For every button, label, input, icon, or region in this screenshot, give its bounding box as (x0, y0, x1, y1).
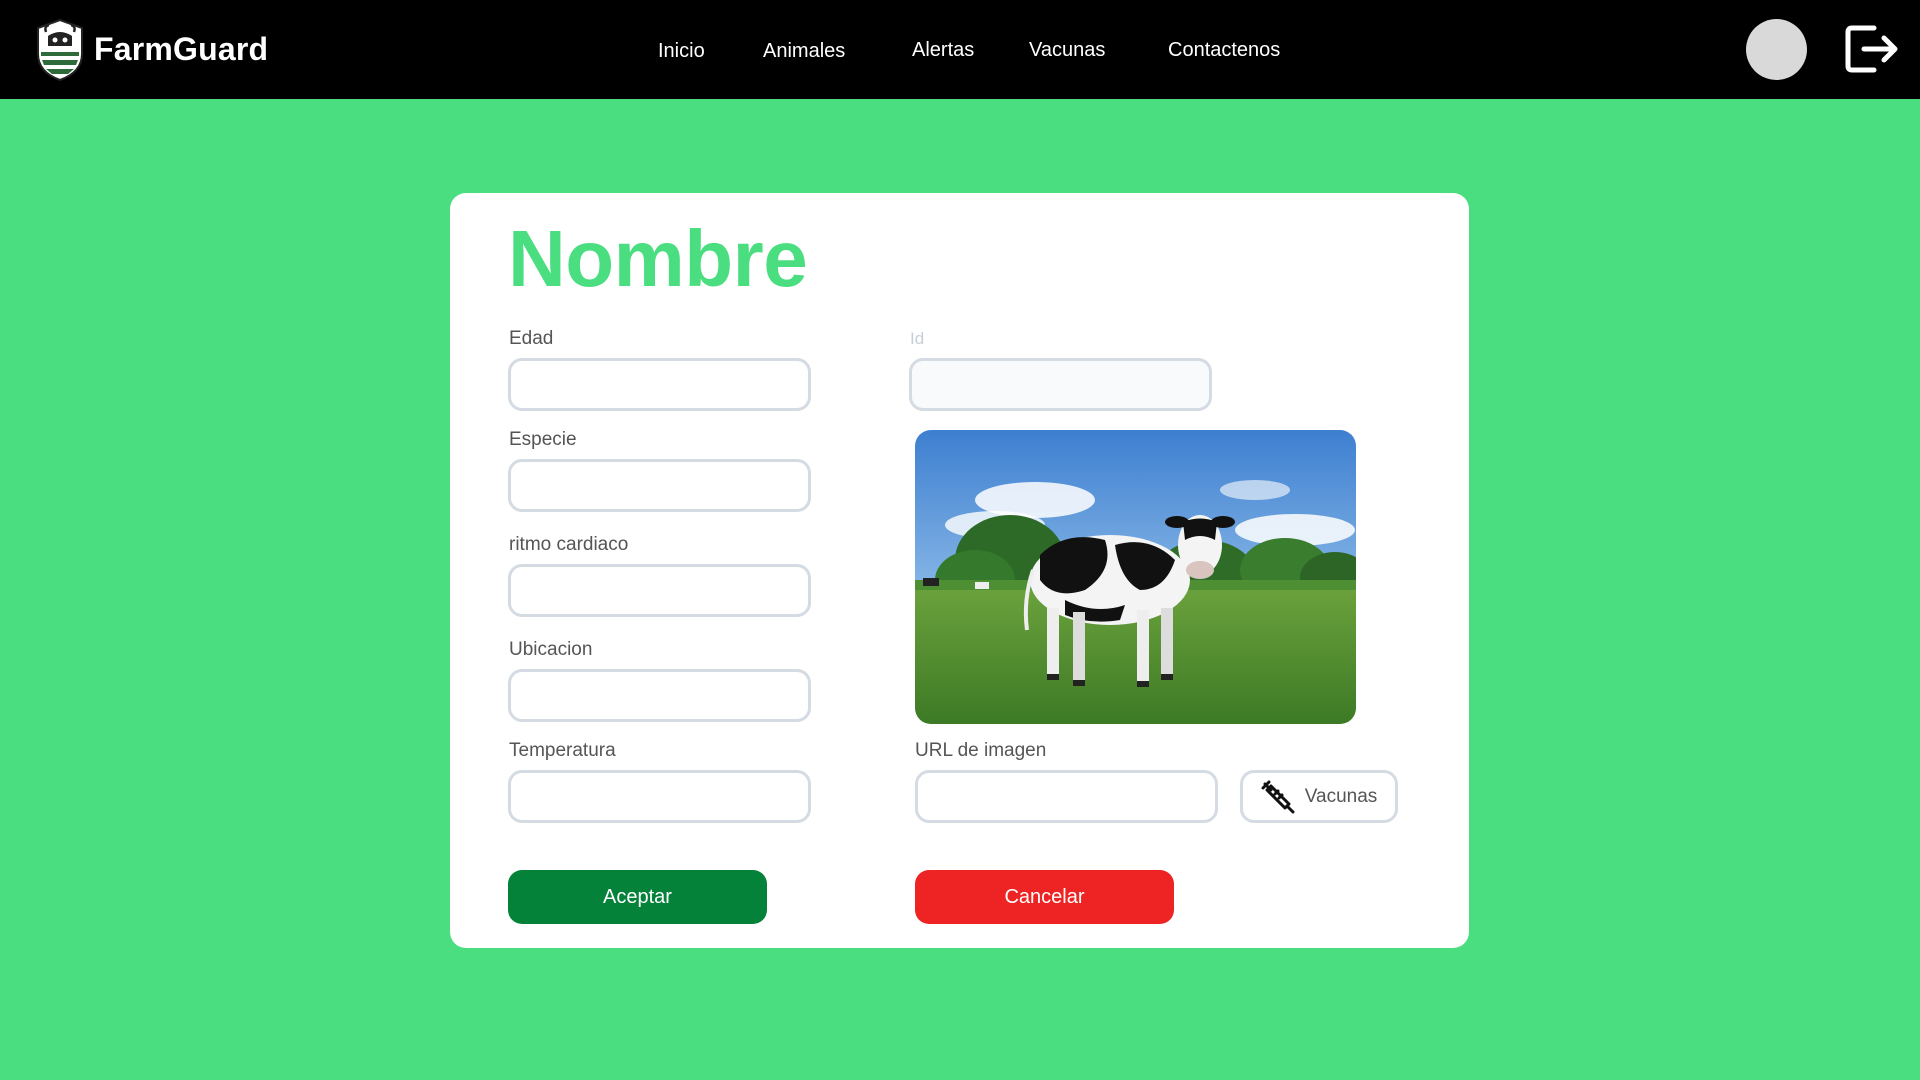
nav-animales[interactable]: Animales (763, 40, 845, 63)
ritmo-cardiaco-input[interactable] (508, 564, 811, 617)
edad-input[interactable] (508, 358, 811, 411)
nav-alertas[interactable]: Alertas (912, 39, 974, 62)
logout-icon[interactable] (1844, 22, 1900, 76)
syringe-icon (1261, 780, 1295, 813)
ubicacion-input[interactable] (508, 669, 811, 722)
animal-form-card: Nombre Edad Especie ritmo cardiaco Ubica… (450, 193, 1469, 948)
vacunas-button[interactable]: Vacunas (1240, 770, 1398, 823)
brand[interactable]: FarmGuard (34, 16, 268, 82)
id-label: Id (910, 329, 925, 348)
nav-contactenos[interactable]: Contactenos (1168, 39, 1280, 62)
cow-image (915, 430, 1356, 724)
ubicacion-label: Ubicacion (509, 639, 593, 660)
aceptar-button[interactable]: Aceptar (508, 870, 767, 924)
especie-label: Especie (509, 429, 577, 450)
temperatura-label: Temperatura (509, 740, 616, 761)
cancelar-button[interactable]: Cancelar (915, 870, 1174, 924)
id-input[interactable] (909, 358, 1212, 411)
vacunas-button-label: Vacunas (1304, 785, 1378, 807)
nav-vacunas[interactable]: Vacunas (1029, 39, 1105, 62)
temperatura-input[interactable] (508, 770, 811, 823)
brand-name: FarmGuard (94, 30, 269, 67)
animal-photo (915, 430, 1356, 724)
edad-label: Edad (509, 328, 554, 349)
shield-cow-logo-icon (37, 18, 83, 82)
form-title: Nombre (508, 214, 808, 303)
top-navbar: FarmGuard Inicio Animales Alertas Vacuna… (0, 0, 1920, 99)
url-imagen-input[interactable] (915, 770, 1218, 823)
user-avatar[interactable] (1746, 19, 1807, 80)
url-imagen-label: URL de imagen (915, 740, 1047, 761)
especie-input[interactable] (508, 459, 811, 512)
ritmo-cardiaco-label: ritmo cardiaco (509, 534, 629, 555)
nav-inicio[interactable]: Inicio (658, 40, 705, 63)
